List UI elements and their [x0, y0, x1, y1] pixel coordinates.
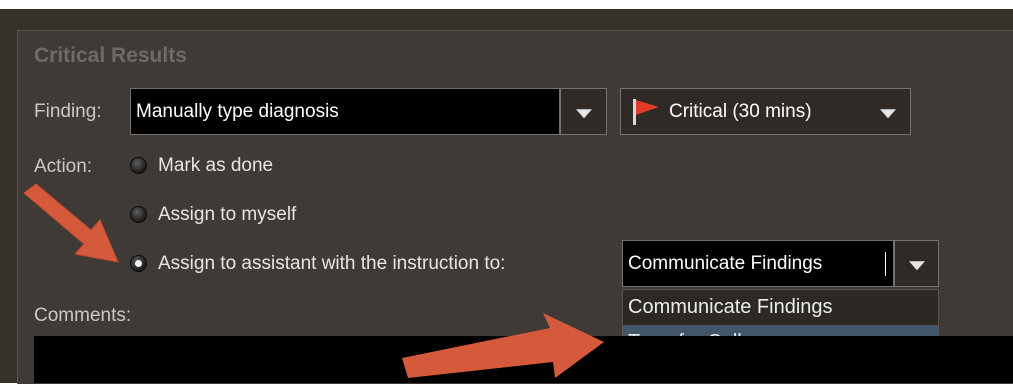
flag-icon [633, 99, 659, 125]
chevron-down-icon [880, 108, 896, 118]
finding-value: Manually type diagnosis [136, 100, 339, 122]
chevron-down-icon [575, 108, 592, 118]
instruction-input[interactable]: Communicate Findings [622, 240, 894, 287]
action-label: Action: [34, 156, 93, 177]
menu-item-communicate-findings[interactable]: Communicate Findings [623, 290, 938, 325]
radio-label-mark-as-done: Mark as done [158, 155, 274, 176]
instruction-value: Communicate Findings [628, 252, 823, 274]
instruction-dropdown-button[interactable] [894, 240, 939, 287]
radio-label-assign-to-assistant: Assign to assistant with the instruction… [158, 253, 506, 274]
chevron-down-icon [908, 260, 925, 270]
radio-mark-as-done[interactable] [130, 157, 147, 174]
finding-label: Finding: [34, 101, 102, 122]
finding-dropdown-button[interactable] [560, 88, 607, 135]
annotation-arrow-icon [23, 183, 119, 263]
priority-value: Critical (30 mins) [669, 101, 812, 122]
finding-input[interactable]: Manually type diagnosis [130, 88, 560, 135]
annotation-arrow-icon [402, 313, 604, 378]
radio-label-assign-to-myself: Assign to myself [158, 204, 297, 225]
priority-dropdown[interactable]: Critical (30 mins) [620, 88, 911, 135]
text-cursor [885, 252, 886, 276]
section-title: Critical Results [34, 44, 187, 67]
comments-label: Comments: [34, 305, 132, 326]
